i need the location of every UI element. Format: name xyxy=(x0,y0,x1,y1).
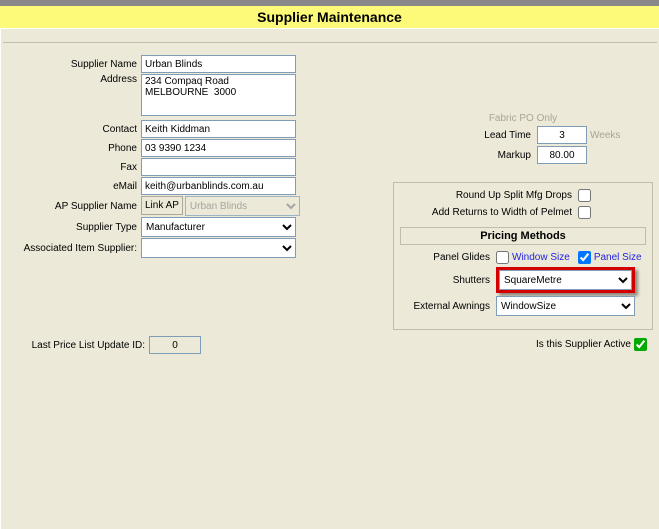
weeks-label: Weeks xyxy=(590,130,620,141)
fax-label: Fax xyxy=(7,162,141,173)
window-size-text: Window Size xyxy=(512,252,570,263)
phone-input[interactable] xyxy=(141,139,296,157)
external-awnings-select[interactable]: WindowSize xyxy=(496,296,635,316)
fax-input[interactable] xyxy=(141,158,296,176)
window-size-option[interactable]: Window Size xyxy=(496,251,570,264)
add-returns-checkbox[interactable] xyxy=(578,206,591,219)
last-price-id-display xyxy=(149,336,201,354)
window-size-checkbox[interactable] xyxy=(496,251,509,264)
phone-label: Phone xyxy=(7,143,141,154)
ap-supplier-name-select: Urban Blinds xyxy=(185,196,300,216)
main-column: Supplier Name Address 234 Compaq Road ME… xyxy=(7,55,381,355)
associated-item-supplier-select[interactable] xyxy=(141,238,296,258)
address-label: Address xyxy=(7,74,141,85)
address-input[interactable]: 234 Compaq Road MELBOURNE 3000 xyxy=(141,74,296,116)
shutters-highlight: SquareMetre xyxy=(496,267,635,293)
markup-label: Markup xyxy=(393,150,537,161)
external-awnings-label: External Awnings xyxy=(400,301,496,312)
round-drops-label: Round Up Split Mfg Drops xyxy=(400,190,578,201)
is-active-label: Is this Supplier Active xyxy=(536,339,631,350)
shutters-label: Shutters xyxy=(400,275,496,286)
fabric-po-only-label: Fabric PO Only xyxy=(393,113,653,126)
associated-item-supplier-label: Associated Item Supplier: xyxy=(7,243,141,254)
panel-glides-label: Panel Glides xyxy=(400,252,496,263)
panel-size-checkbox[interactable] xyxy=(578,251,591,264)
pricing-methods-header: Pricing Methods xyxy=(400,227,646,245)
content-area: Supplier Name Address 234 Compaq Road ME… xyxy=(0,28,659,529)
last-price-id-label: Last Price List Update ID: xyxy=(7,340,149,351)
contact-label: Contact xyxy=(7,124,141,135)
email-label: eMail xyxy=(7,181,141,192)
supplier-type-select[interactable]: Manufacturer xyxy=(141,217,296,237)
options-panel: Round Up Split Mfg Drops Add Returns to … xyxy=(393,182,653,330)
right-column: Fabric PO Only Lead Time Weeks Markup Ro… xyxy=(393,55,653,355)
page-title: Supplier Maintenance xyxy=(0,6,659,28)
supplier-name-input[interactable] xyxy=(141,55,296,73)
supplier-name-label: Supplier Name xyxy=(7,59,141,70)
toolbar-strip xyxy=(3,31,657,43)
shutters-select[interactable]: SquareMetre xyxy=(499,270,632,290)
is-active-checkbox[interactable] xyxy=(634,338,647,351)
round-drops-checkbox[interactable] xyxy=(578,189,591,202)
supplier-type-label: Supplier Type xyxy=(7,222,141,233)
markup-input[interactable] xyxy=(537,146,587,164)
contact-input[interactable] xyxy=(141,120,296,138)
email-input[interactable] xyxy=(141,177,296,195)
panel-size-text: Panel Size xyxy=(594,252,642,263)
lead-time-label: Lead Time xyxy=(393,130,537,141)
ap-supplier-name-label: AP Supplier Name xyxy=(7,201,141,212)
add-returns-label: Add Returns to Width of Pelmet xyxy=(400,207,578,218)
link-ap-button[interactable]: Link AP xyxy=(141,196,183,215)
lead-time-input[interactable] xyxy=(537,126,587,144)
panel-size-option[interactable]: Panel Size xyxy=(578,251,642,264)
